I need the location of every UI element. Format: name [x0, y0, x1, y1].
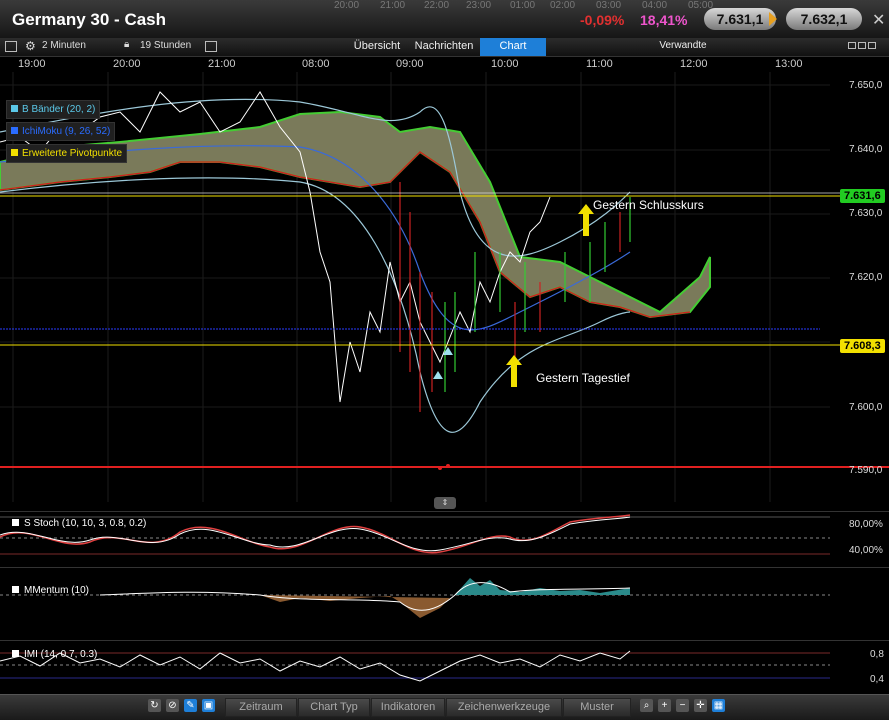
bid-button[interactable]: 7.631,1 [704, 8, 776, 30]
top-time: 21:00 [380, 0, 406, 11]
top-time: 22:00 [424, 0, 450, 11]
pane-resize-handle[interactable]: ⇕ [434, 497, 456, 509]
y-tick: 7.590,0 [849, 465, 883, 476]
zoom-icon[interactable]: ⌕ [640, 699, 653, 712]
y-tick: 7.620,0 [849, 272, 883, 283]
top-time: 01:00 [510, 0, 536, 11]
annotation-low: Gestern Tagestief [536, 371, 630, 385]
imi-pane[interactable]: IMI (14, 0.7, 0.3) 0,8 0,4 [0, 640, 889, 693]
last-price-tag: 7.631,6 [840, 189, 885, 203]
time-tick: 08:00 [302, 58, 330, 70]
interval-select[interactable]: 2 Minuten [42, 40, 86, 51]
y-tick: 7.630,0 [849, 208, 883, 219]
top-time: 20:00 [334, 0, 360, 11]
maximize-icon[interactable] [868, 42, 876, 49]
tab-overview[interactable]: Übersicht [346, 38, 408, 56]
stoch-pane[interactable]: S Stoch (10, 10, 3, 0.8, 0.2) 80,00% 40,… [0, 511, 889, 567]
legend-item-ichimoku[interactable]: IchiMoku (9, 26, 52) [6, 122, 116, 141]
related-button[interactable]: Verwandte [650, 38, 716, 56]
top-time: 03:00 [596, 0, 622, 11]
arrow-up-icon [506, 355, 522, 387]
zoom-in-icon[interactable]: + [658, 699, 671, 712]
calendar-icon[interactable] [205, 41, 217, 52]
legend-item-pivot[interactable]: Erweiterte Pivotpunkte [6, 144, 128, 163]
legend-item-bollinger[interactable]: B Bänder (20, 2) [6, 100, 101, 119]
menu-period[interactable]: Zeitraum [225, 698, 297, 717]
imi-level: 0,4 [870, 674, 884, 685]
gear-icon[interactable]: ⚙ [25, 39, 36, 53]
annotation-close: Gestern Schlusskurs [593, 198, 704, 212]
draw-icon[interactable]: ✎ [184, 699, 197, 712]
top-time: 04:00 [642, 0, 668, 11]
time-axis: 19:00 20:00 21:00 08:00 09:00 10:00 11:0… [0, 56, 889, 72]
menu-chart-type[interactable]: Chart Typ [298, 698, 370, 717]
stoch-label: S Stoch (10, 10, 3, 0.8, 0.2) [12, 518, 146, 529]
arrow-up-icon [578, 204, 594, 236]
tab-chart[interactable]: Chart [480, 38, 546, 56]
tab-news[interactable]: Nachrichten [410, 38, 478, 56]
stoch-level: 80,00% [849, 519, 883, 530]
momentum-svg [0, 578, 830, 618]
grid-icon[interactable]: ▦ [712, 699, 725, 712]
chart-toolbar: ⚙ 2 Minuten 🔒︎ 19 Stunden Übersicht Nach… [0, 38, 889, 57]
cancel-icon[interactable]: ⊘ [166, 699, 179, 712]
close-icon[interactable]: ✕ [872, 10, 885, 30]
title-bar: Germany 30 - Cash 20:00 21:00 22:00 23:0… [0, 0, 889, 39]
menu-indicators[interactable]: Indikatoren [371, 698, 445, 717]
time-tick: 21:00 [208, 58, 236, 70]
menu-drawing-tools[interactable]: Zeichenwerkzeuge [446, 698, 562, 717]
zoom-out-icon[interactable]: − [676, 699, 689, 712]
change-percent: -0,09% [580, 12, 625, 28]
time-tick: 10:00 [491, 58, 519, 70]
time-tick: 09:00 [396, 58, 424, 70]
save-icon[interactable]: ▣ [202, 699, 215, 712]
pivot-price-tag: 7.608,3 [840, 339, 885, 353]
crosshair-icon[interactable]: ✛ [694, 699, 707, 712]
imi-level: 0,8 [870, 649, 884, 660]
momentum-pane[interactable]: MMentum (10) [0, 567, 889, 630]
imi-svg [0, 650, 830, 682]
ask-button[interactable]: 7.632,1 [786, 8, 862, 30]
top-time: 02:00 [550, 0, 576, 11]
y-tick: 7.640,0 [849, 144, 883, 155]
restore-icon[interactable] [858, 42, 866, 49]
lock-icon[interactable]: 🔒︎ [124, 39, 129, 50]
time-tick: 19:00 [18, 58, 46, 70]
top-time: 23:00 [466, 0, 492, 11]
menu-patterns[interactable]: Muster [563, 698, 631, 717]
y-tick: 7.650,0 [849, 80, 883, 91]
price-chart[interactable]: B Bänder (20, 2) IchiMoku (9, 26, 52) Er… [0, 72, 889, 502]
window-title: Germany 30 - Cash [12, 10, 167, 29]
y-tick: 7.600,0 [849, 402, 883, 413]
price-chart-svg [0, 72, 889, 502]
time-tick: 20:00 [113, 58, 141, 70]
volatility-percent: 18,41% [640, 12, 688, 28]
marker-icon [433, 371, 443, 379]
momentum-label: MMentum (10) [12, 585, 89, 596]
time-tick: 13:00 [775, 58, 803, 70]
bottom-toolbar: ↻ ⊘ ✎ ▣ Zeitraum Chart Typ Indikatoren Z… [0, 694, 889, 720]
minimize-icon[interactable] [848, 42, 856, 49]
bollinger-lower [0, 177, 631, 433]
time-tick: 12:00 [680, 58, 708, 70]
trend-arrow-icon [769, 12, 777, 26]
stoch-level: 40,00% [849, 545, 883, 556]
refresh-icon[interactable]: ↻ [148, 699, 161, 712]
time-tick: 11:00 [586, 58, 613, 70]
imi-label: IMI (14, 0.7, 0.3) [12, 649, 97, 660]
list-icon[interactable] [5, 41, 17, 52]
range-select[interactable]: 19 Stunden [140, 40, 191, 51]
